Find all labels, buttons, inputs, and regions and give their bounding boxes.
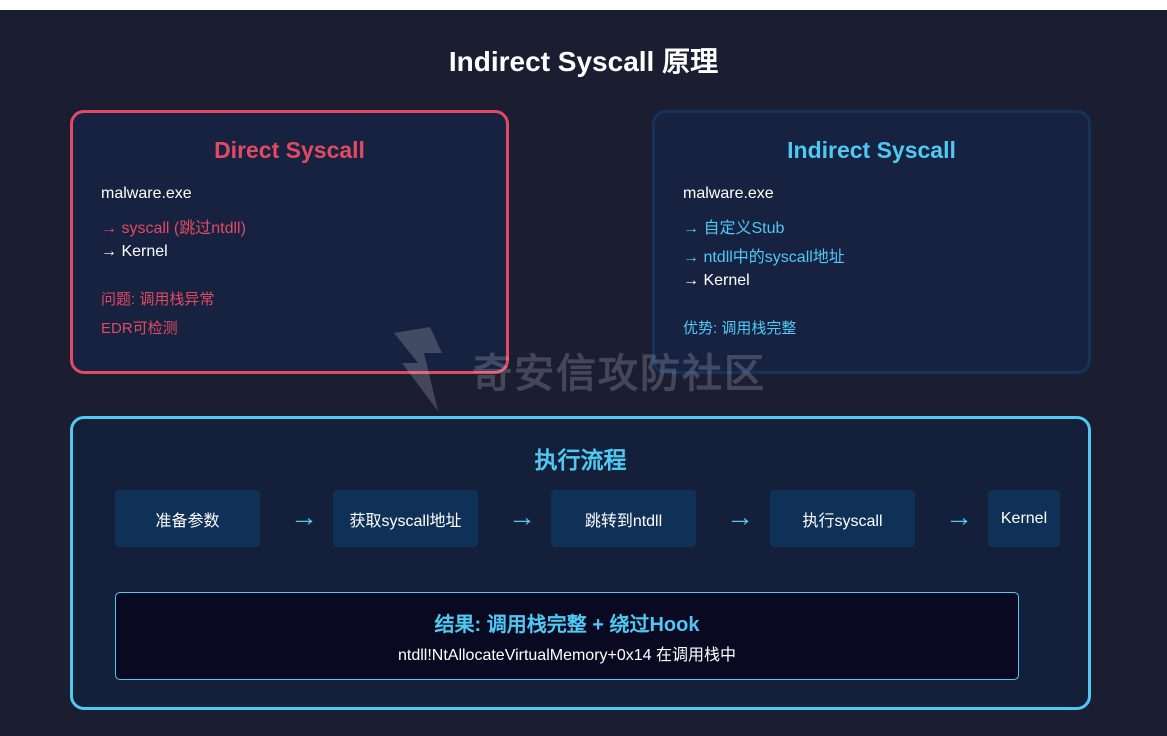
direct-line-syscall: → syscall (跳过ntdll)	[101, 220, 246, 237]
direct-syscall-panel: Direct Syscall malware.exe → syscall (跳过…	[70, 110, 509, 374]
indirect-line-kernel: → Kernel	[683, 272, 750, 289]
result-box: 结果: 调用栈完整 + 绕过Hook ntdll!NtAllocateVirtu…	[115, 592, 1019, 680]
flow-step-kernel: Kernel	[988, 490, 1060, 547]
flow-arrow-4: →	[945, 501, 973, 532]
flow-step-jump-to-ntdll: 跳转到ntdll	[551, 490, 696, 547]
indirect-line-stub: → 自定义Stub	[683, 220, 785, 237]
flow-arrow-3: →	[726, 501, 754, 532]
direct-problem-1: 问题: 调用栈异常	[101, 291, 215, 308]
diagram-canvas: Indirect Syscall 原理 Direct Syscall malwa…	[0, 10, 1167, 736]
direct-line-malware: malware.exe	[101, 185, 192, 202]
direct-syscall-title: Direct Syscall	[214, 137, 365, 163]
result-title: 结果: 调用栈完整 + 绕过Hook	[434, 614, 700, 636]
direct-problem-2: EDR可检测	[101, 320, 178, 337]
flow-arrow-1: →	[290, 501, 318, 532]
indirect-syscall-panel: Indirect Syscall malware.exe → 自定义Stub →…	[652, 110, 1091, 374]
result-detail: ntdll!NtAllocateVirtualMemory+0x14 在调用栈中	[397, 647, 737, 664]
execution-flow-title: 执行流程	[534, 447, 627, 473]
execution-flow-panel: 执行流程 准备参数 → 获取syscall地址 → 跳转到ntdll → 执行s…	[70, 416, 1091, 710]
flow-arrow-2: →	[508, 501, 536, 532]
flow-step-prepare-params: 准备参数	[115, 490, 260, 547]
indirect-advantage: 优势: 调用栈完整	[683, 320, 797, 337]
indirect-syscall-title: Indirect Syscall	[787, 137, 956, 163]
indirect-line-ntdll: → ntdll中的syscall地址	[683, 249, 845, 266]
flow-step-get-syscall-address: 获取syscall地址	[333, 490, 478, 547]
flow-step-execute-syscall: 执行syscall	[770, 490, 915, 547]
indirect-line-malware: malware.exe	[683, 185, 774, 202]
direct-line-kernel: → Kernel	[101, 243, 168, 260]
diagram-title: Indirect Syscall 原理	[448, 46, 719, 77]
